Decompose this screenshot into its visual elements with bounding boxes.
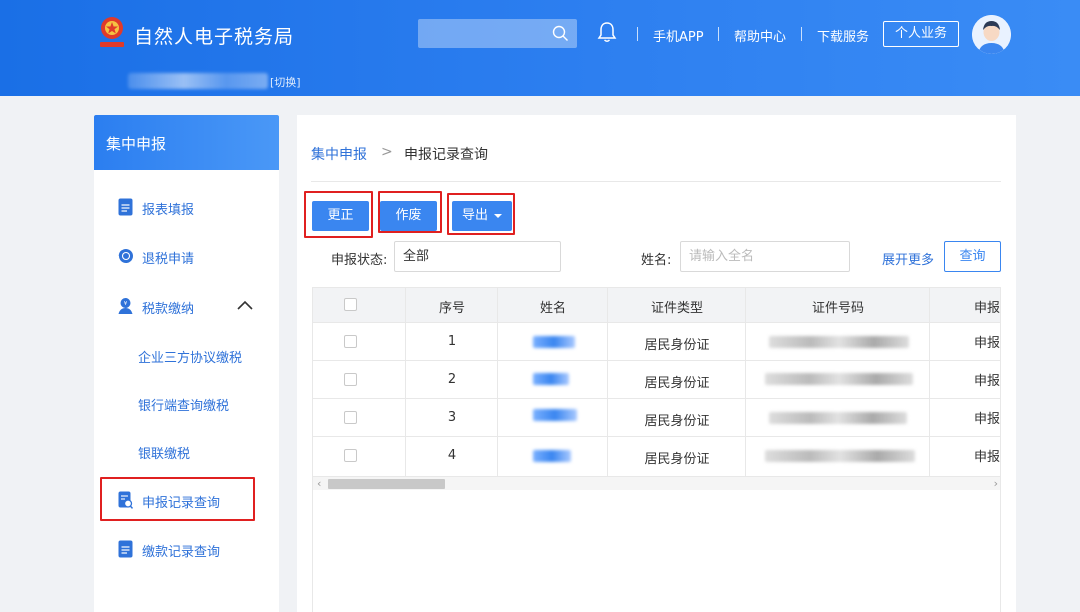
row-index: 1: [447, 334, 457, 349]
row-status: 申报: [974, 450, 1001, 465]
highlight-box-void: [378, 191, 442, 233]
table-header: 序号 姓名 证件类型 证件号码 申报: [313, 288, 1001, 322]
name-input[interactable]: 请输入全名: [680, 241, 850, 272]
bell-icon[interactable]: [597, 21, 617, 43]
row-id-type: 居民身份证: [644, 452, 710, 467]
sidebar-subitem-unionpay[interactable]: 银联缴税: [138, 443, 190, 462]
user-avatar-icon: [972, 15, 1011, 54]
switch-identity-link[interactable]: [切换]: [270, 74, 301, 90]
chevron-up-icon[interactable]: [237, 300, 253, 310]
column-header-name: 姓名: [539, 301, 566, 316]
name-redacted: [533, 336, 575, 348]
row-index: 2: [447, 372, 457, 387]
column-header-status: 申报: [974, 301, 1001, 316]
horizontal-scrollbar[interactable]: ‹ ›: [313, 476, 1000, 491]
sidebar-item-label: 退税申请: [142, 252, 195, 267]
refund-icon: [118, 249, 133, 263]
highlight-box-correct: [304, 191, 373, 238]
breadcrumb-current: 申报记录查询: [404, 147, 488, 163]
sidebar-subitem-three-party-agreement[interactable]: 企业三方协议缴税: [138, 347, 242, 366]
select-all-checkbox[interactable]: [344, 298, 357, 311]
breadcrumb-parent[interactable]: 集中申报: [311, 144, 367, 164]
column-header-id-number: 证件号码: [811, 301, 864, 316]
main-panel: 集中申报 > 申报记录查询 更正 作废 导出 申报状态: 全部 姓名: 请输入全…: [297, 115, 1016, 612]
row-id-type: 居民身份证: [644, 414, 710, 429]
personal-business-button[interactable]: 个人业务: [883, 21, 959, 47]
scroll-right-icon[interactable]: ›: [994, 477, 998, 491]
highlight-box-record-search: [100, 477, 255, 521]
status-select[interactable]: 全部: [394, 241, 561, 272]
nav-separator: [801, 27, 802, 41]
sidebar-subitem-bank-query[interactable]: 银行端查询缴税: [138, 395, 229, 414]
table-row[interactable]: 4 居民身份证 申报: [313, 436, 1001, 474]
sidebar-item-tax-payment[interactable]: ¥ 税款缴纳: [94, 286, 279, 326]
row-checkbox[interactable]: [344, 373, 357, 386]
row-status: 申报: [974, 412, 1001, 427]
row-status: 申报: [974, 336, 1001, 351]
site-title: 自然人电子税务局: [134, 26, 295, 48]
nav-download[interactable]: 下载服务: [817, 26, 869, 45]
tax-emblem-icon: [100, 17, 124, 47]
row-status: 申报: [974, 374, 1001, 389]
name-filter-label: 姓名:: [641, 253, 672, 268]
row-checkbox[interactable]: [344, 449, 357, 462]
row-checkbox[interactable]: [344, 335, 357, 348]
sidebar-item-label: 税款缴纳: [142, 302, 195, 317]
name-redacted: [533, 409, 577, 421]
table-row[interactable]: 1 居民身份证 申报: [313, 322, 1001, 360]
expand-more-link[interactable]: 展开更多: [882, 249, 934, 268]
payment-record-icon: [118, 540, 133, 558]
scroll-left-icon[interactable]: ‹: [317, 477, 321, 491]
id-number-redacted: [769, 412, 907, 424]
sidebar: 集中申报 报表填报 退税申请 ¥ 税款缴纳 企业三方协议缴税 银行端查询缴税 银…: [94, 115, 279, 612]
search-icon[interactable]: [552, 25, 569, 42]
column-header-index: 序号: [438, 301, 465, 316]
sidebar-title: 集中申报: [94, 115, 279, 170]
nav-separator: [637, 27, 638, 41]
sidebar-item-label: 报表填报: [142, 203, 195, 218]
row-index: 4: [447, 448, 457, 463]
id-number-redacted: [765, 450, 915, 462]
nav-separator: [718, 27, 719, 41]
row-index: 3: [447, 410, 457, 425]
breadcrumb-separator: >: [381, 144, 393, 160]
id-number-redacted: [765, 373, 913, 385]
top-header: 自然人电子税务局 手机APP 帮助中心 下载服务 个人业务 [切换]: [0, 0, 1080, 96]
user-name-redacted: [128, 73, 268, 89]
sidebar-item-report-form[interactable]: 报表填报: [94, 187, 279, 227]
divider: [311, 181, 1001, 182]
scrollbar-thumb[interactable]: [328, 479, 445, 489]
row-id-type: 居民身份证: [644, 376, 710, 391]
status-filter-label: 申报状态:: [331, 253, 388, 268]
highlight-box-export: [447, 193, 515, 235]
row-id-type: 居民身份证: [644, 338, 710, 353]
name-redacted: [533, 373, 569, 385]
report-form-icon: [118, 198, 133, 216]
name-redacted: [533, 450, 571, 462]
search-input[interactable]: [418, 19, 577, 48]
tax-payment-icon: ¥: [118, 298, 133, 314]
column-header-id-type: 证件类型: [650, 301, 703, 316]
records-table: 序号 姓名 证件类型 证件号码 申报 1 居民身份证 申报 2 居民身份证 申报: [312, 287, 1001, 612]
table-row[interactable]: 3 居民身份证 申报: [313, 398, 1001, 436]
sidebar-item-refund[interactable]: 退税申请: [94, 236, 279, 276]
row-checkbox[interactable]: [344, 411, 357, 424]
avatar[interactable]: [972, 15, 1011, 54]
svg-text:¥: ¥: [124, 301, 128, 307]
nav-mobile-app[interactable]: 手机APP: [653, 26, 704, 45]
sidebar-title-text: 集中申报: [106, 135, 167, 153]
sidebar-item-payment-record[interactable]: 缴款记录查询: [94, 529, 279, 569]
table-row[interactable]: 2 居民身份证 申报: [313, 360, 1001, 398]
nav-help-center[interactable]: 帮助中心: [734, 26, 786, 45]
sidebar-item-label: 缴款记录查询: [142, 545, 221, 560]
query-button[interactable]: 查询: [944, 241, 1001, 272]
id-number-redacted: [769, 336, 909, 348]
